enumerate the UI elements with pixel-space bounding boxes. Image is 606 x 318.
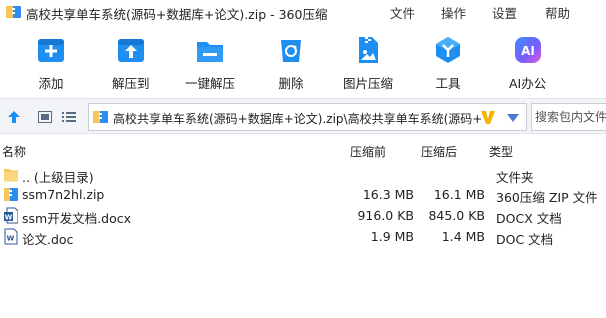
file-list: .. (上级目录) 文件夹 ssm7n2hl.zip 16.3 MB 16.1 … bbox=[0, 162, 606, 318]
extract-to-button[interactable]: 解压到 bbox=[112, 34, 150, 92]
file-type: DOC 文档 bbox=[496, 232, 554, 247]
file-name: ssm7n2hl.zip bbox=[22, 187, 105, 202]
column-compressed-size[interactable]: 压缩后 bbox=[421, 143, 457, 160]
add-label: 添加 bbox=[38, 76, 64, 91]
up-arrow-icon[interactable] bbox=[7, 110, 21, 124]
file-name: 论文.doc bbox=[22, 232, 74, 247]
folder-icon bbox=[4, 169, 18, 182]
svg-text:AI: AI bbox=[521, 44, 535, 58]
file-type: DOCX 文档 bbox=[496, 211, 562, 226]
one-click-extract-label: 一键解压 bbox=[185, 76, 236, 91]
image-compress-icon bbox=[359, 37, 378, 63]
file-row[interactable]: W 论文.doc 1.9 MB 1.4 MB DOC 文档 bbox=[0, 226, 606, 248]
search-input[interactable] bbox=[535, 105, 606, 129]
file-type: 360压缩 ZIP 文件 bbox=[496, 190, 598, 205]
folder-extract-icon bbox=[197, 42, 223, 62]
vip-badge-icon[interactable] bbox=[481, 109, 495, 125]
list-view-icon[interactable] bbox=[62, 111, 76, 123]
chevron-down-icon[interactable] bbox=[507, 114, 519, 122]
file-packed-size: 1.9 MB bbox=[370, 229, 414, 244]
address-bar-row: 高校共享单车系统(源码+数据库+论文).zip\高校共享单车系统(源码+数 bbox=[0, 98, 606, 134]
delete-label: 删除 bbox=[278, 76, 304, 91]
file-compressed-size: 845.0 KB bbox=[428, 208, 485, 223]
file-packed-size: 16.3 MB bbox=[362, 187, 414, 202]
ai-icon: AI bbox=[514, 37, 541, 63]
toolbar: 添加 解压到 一键解压 删除 图片压缩 工具 AI AI办公 bbox=[0, 24, 606, 98]
add-icon bbox=[38, 39, 64, 62]
file-row[interactable]: W ssm开发文档.docx 916.0 KB 845.0 KB DOCX 文档 bbox=[0, 205, 606, 227]
tools-button[interactable]: 工具 bbox=[432, 34, 464, 92]
doc-icon: W bbox=[4, 228, 18, 245]
menu-settings[interactable]: 设置 bbox=[492, 3, 517, 22]
menu-operations[interactable]: 操作 bbox=[441, 3, 466, 22]
svg-text:W: W bbox=[5, 214, 13, 222]
menu-help[interactable]: 帮助 bbox=[545, 3, 570, 22]
delete-button[interactable]: 删除 bbox=[275, 34, 307, 92]
image-compress-label: 图片压缩 bbox=[343, 76, 394, 91]
add-button[interactable]: 添加 bbox=[35, 34, 67, 92]
column-header: 名称 压缩前 压缩后 类型 bbox=[0, 140, 606, 160]
column-type[interactable]: 类型 bbox=[489, 143, 513, 160]
svg-text:W: W bbox=[7, 235, 15, 243]
window-title: 高校共享单车系统(源码+数据库+论文).zip - 360压缩 bbox=[26, 7, 328, 22]
ai-office-label: AI办公 bbox=[509, 76, 547, 91]
archive-icon bbox=[93, 111, 108, 123]
menu-file[interactable]: 文件 bbox=[390, 3, 415, 22]
zip-icon bbox=[4, 188, 18, 201]
search-box[interactable] bbox=[531, 103, 606, 131]
one-click-extract-button[interactable]: 一键解压 bbox=[185, 34, 235, 92]
path-text: 高校共享单车系统(源码+数据库+论文).zip\高校共享单车系统(源码+数 bbox=[113, 112, 483, 126]
ai-office-button[interactable]: AI AI办公 bbox=[509, 34, 546, 92]
file-row[interactable]: .. (上级目录) 文件夹 bbox=[0, 164, 606, 186]
extract-icon bbox=[117, 39, 144, 62]
file-row[interactable]: ssm7n2hl.zip 16.3 MB 16.1 MB 360压缩 ZIP 文… bbox=[0, 184, 606, 206]
file-packed-size: 916.0 KB bbox=[357, 208, 414, 223]
column-name[interactable]: 名称 bbox=[2, 143, 26, 160]
image-compress-button[interactable]: 图片压缩 bbox=[343, 34, 393, 92]
file-compressed-size: 1.4 MB bbox=[441, 229, 485, 244]
path-input[interactable]: 高校共享单车系统(源码+数据库+论文).zip\高校共享单车系统(源码+数 bbox=[88, 103, 527, 131]
tools-icon bbox=[436, 37, 460, 63]
file-name: ssm开发文档.docx bbox=[22, 211, 132, 226]
detail-view-icon[interactable] bbox=[38, 111, 52, 123]
title-bar: 高校共享单车系统(源码+数据库+论文).zip - 360压缩 文件 操作 设置… bbox=[0, 0, 606, 24]
recycle-bin-icon bbox=[281, 40, 301, 62]
archive-icon bbox=[6, 6, 21, 18]
extract-to-label: 解压到 bbox=[112, 76, 150, 91]
tools-label: 工具 bbox=[435, 76, 461, 91]
column-packed-size[interactable]: 压缩前 bbox=[350, 143, 386, 160]
docx-icon: W bbox=[4, 207, 18, 224]
file-compressed-size: 16.1 MB bbox=[433, 187, 485, 202]
